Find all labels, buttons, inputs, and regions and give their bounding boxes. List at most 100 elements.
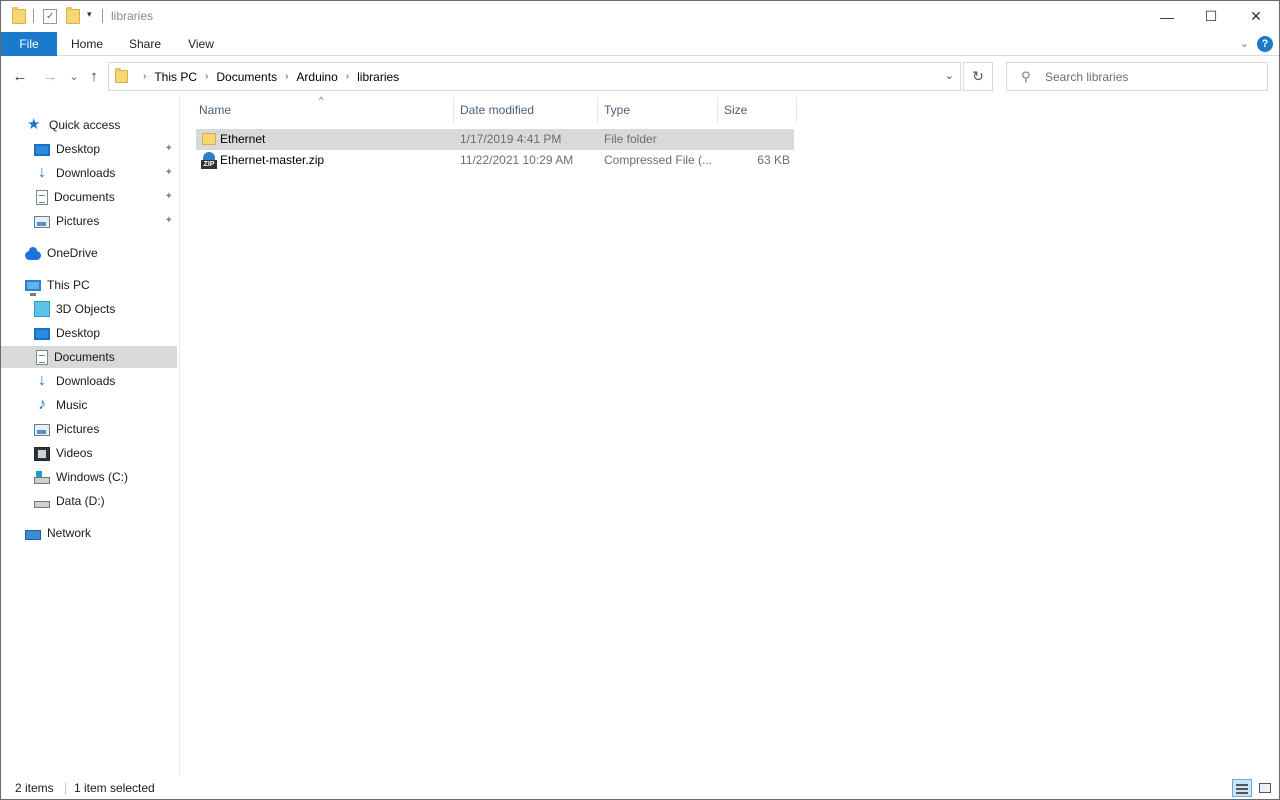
file-name: Ethernet [220, 132, 266, 146]
forward-button[interactable]: → [40, 66, 60, 86]
breadcrumb-arduino[interactable]: Arduino [292, 70, 341, 84]
sidebar-item-quick-documents[interactable]: Documents ✦ [1, 186, 179, 208]
table-row[interactable]: Ethernet 1/17/2019 4:41 PM File folder [196, 129, 794, 150]
sidebar-item-label: Documents [54, 350, 115, 364]
folder-icon [115, 68, 128, 83]
sidebar-item-windows-c[interactable]: Windows (C:) [1, 466, 179, 488]
pin-icon[interactable]: ✦ [165, 191, 173, 202]
pin-icon[interactable]: ✦ [165, 215, 173, 226]
breadcrumb-this-pc[interactable]: This PC [150, 70, 201, 84]
close-button[interactable]: ✕ [1233, 1, 1279, 32]
breadcrumb-separator[interactable]: › [281, 71, 292, 82]
breadcrumb-separator[interactable]: › [342, 71, 353, 82]
navigation-pane: ★ Quick access Desktop ✦ ↓ Downloads ✦ D… [1, 95, 180, 775]
large-icons-view-button[interactable] [1255, 779, 1275, 797]
sidebar-item-label: Downloads [56, 374, 116, 388]
column-header-size[interactable]: Size [718, 98, 797, 123]
customize-quick-access-icon[interactable]: ▾ [87, 9, 92, 20]
onedrive-icon [25, 246, 41, 260]
sidebar-item-videos[interactable]: Videos [1, 442, 179, 464]
file-size [724, 129, 790, 150]
refresh-button[interactable]: ↻ [963, 62, 993, 91]
item-count: 2 items [15, 781, 54, 795]
star-icon: ★ [27, 116, 41, 133]
sidebar-item-music[interactable]: ♪ Music [1, 394, 179, 416]
column-header-type[interactable]: Type [598, 98, 718, 123]
sidebar-item-label: OneDrive [47, 246, 98, 260]
help-icon[interactable]: ? [1257, 36, 1273, 52]
separator [102, 9, 103, 23]
search-icon: ⚲ [1021, 69, 1031, 84]
tab-view[interactable]: View [178, 32, 224, 56]
file-date-modified: 11/22/2021 10:29 AM [460, 153, 574, 167]
breadcrumb-libraries[interactable]: libraries [353, 70, 403, 84]
new-folder-icon[interactable] [66, 7, 80, 24]
file-name: Ethernet-master.zip [220, 153, 325, 167]
tab-home[interactable]: Home [62, 32, 112, 56]
tab-file[interactable]: File [1, 32, 57, 56]
sidebar-item-desktop[interactable]: Desktop [1, 322, 179, 344]
details-view-button[interactable] [1232, 779, 1252, 797]
downloads-icon: ↓ [38, 372, 46, 389]
file-size: 63 KB [757, 153, 790, 167]
downloads-icon: ↓ [38, 164, 46, 181]
column-header-date-modified[interactable]: Date modified [454, 98, 598, 123]
search-input[interactable] [1045, 67, 1260, 86]
sidebar-item-label: Documents [54, 190, 115, 204]
sidebar-item-data-d[interactable]: Data (D:) [1, 490, 179, 512]
sidebar-item-quick-desktop[interactable]: Desktop ✦ [1, 138, 179, 160]
pin-icon[interactable]: ✦ [165, 167, 173, 178]
sidebar-item-quick-access[interactable]: ★ Quick access [1, 114, 179, 136]
expand-ribbon-icon[interactable]: ⌄ [1240, 37, 1249, 50]
up-button[interactable]: ↑ [84, 66, 104, 86]
tab-share[interactable]: Share [120, 32, 170, 56]
file-type: Compressed File (... [604, 153, 713, 167]
breadcrumb-separator[interactable]: › [201, 71, 212, 82]
search-box[interactable]: ⚲ [1006, 62, 1268, 91]
sidebar-item-label: Desktop [56, 326, 101, 340]
sidebar-item-this-pc[interactable]: This PC [1, 274, 179, 296]
window-title: libraries [111, 9, 154, 23]
sidebar-item-documents[interactable]: Documents [1, 346, 177, 368]
sidebar-item-label: Videos [56, 446, 93, 460]
3d-objects-icon [34, 301, 50, 317]
back-button[interactable]: ← [10, 66, 30, 86]
sidebar-item-3d-objects[interactable]: 3D Objects [1, 298, 179, 320]
status-bar: 2 items 1 item selected [1, 777, 1279, 799]
sidebar-item-network[interactable]: Network [1, 522, 179, 544]
maximize-button[interactable]: ☐ [1188, 1, 1234, 32]
title-bar: ✓ ▾ libraries — ☐ ✕ [1, 1, 1279, 32]
pin-icon[interactable]: ✦ [165, 143, 173, 154]
recent-locations-button[interactable]: ⌄ [64, 66, 84, 86]
sidebar-item-label: Network [47, 526, 92, 540]
properties-icon[interactable]: ✓ [43, 9, 57, 24]
folder-icon [12, 7, 26, 24]
navigation-bar: ← → ⌄ ↑ › This PC › Documents › Arduino … [1, 57, 1279, 95]
music-icon: ♪ [38, 396, 46, 413]
address-bar[interactable]: › This PC › Documents › Arduino › librar… [108, 62, 961, 91]
file-date-modified: 1/17/2019 4:41 PM [460, 132, 562, 146]
minimize-button[interactable]: — [1144, 1, 1190, 32]
sidebar-item-label: Quick access [49, 118, 121, 132]
sidebar-item-downloads[interactable]: ↓ Downloads [1, 370, 179, 392]
address-dropdown-icon[interactable]: ⌄ [945, 69, 954, 82]
sidebar-item-quick-pictures[interactable]: Pictures ✦ [1, 210, 179, 232]
sidebar-item-label: This PC [47, 278, 90, 292]
separator [65, 782, 66, 795]
table-row[interactable]: ZIP Ethernet-master.zip 11/22/2021 10:29… [196, 150, 794, 171]
sidebar-item-quick-downloads[interactable]: ↓ Downloads ✦ [1, 162, 179, 184]
sidebar-item-label: Pictures [56, 422, 100, 436]
sidebar-item-label: 3D Objects [56, 302, 116, 316]
sidebar-item-onedrive[interactable]: OneDrive [1, 242, 179, 264]
breadcrumb-separator[interactable]: › [139, 71, 150, 82]
zip-file-icon: ZIP [201, 152, 217, 169]
desktop-icon [34, 328, 50, 340]
sidebar-item-pictures[interactable]: Pictures [1, 418, 179, 440]
windows-drive-icon [34, 470, 50, 484]
sidebar-item-label: Data (D:) [56, 494, 105, 508]
column-header-name[interactable]: Name [193, 98, 454, 123]
breadcrumb-documents[interactable]: Documents [212, 70, 281, 84]
file-list: ^ Name Date modified Type Size Ethernet … [181, 95, 1279, 775]
pictures-icon [34, 424, 50, 436]
sidebar-item-label: Pictures [56, 214, 100, 228]
